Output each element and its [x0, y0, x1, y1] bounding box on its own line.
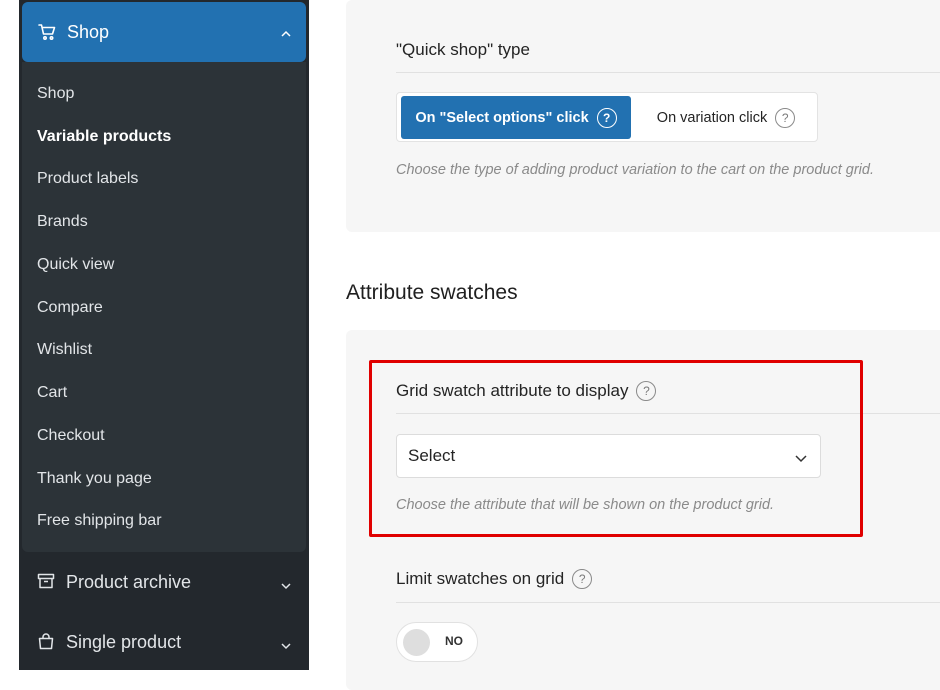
field-title: Limit swatches on grid — [396, 569, 565, 588]
cart-icon — [37, 21, 59, 43]
option-label: On "Select options" click — [415, 109, 589, 126]
sidebar-section-product-archive[interactable]: Product archive — [22, 557, 306, 607]
chevron-down-icon — [280, 636, 292, 657]
help-icon[interactable]: ? — [596, 107, 617, 128]
option-label: On variation click — [656, 109, 768, 126]
limit-swatches-toggle[interactable]: NO — [396, 622, 478, 662]
sidebar-item-quick-view[interactable]: Quick view — [37, 253, 114, 277]
sidebar-submenu: Shop Variable products Product labels Br… — [22, 62, 306, 552]
sidebar-item-checkout[interactable]: Checkout — [37, 424, 105, 448]
sidebar-item-brands[interactable]: Brands — [37, 210, 88, 234]
sidebar-section-single-product[interactable]: Single product — [22, 617, 306, 667]
admin-sidebar: Shop Shop Variable products Product labe… — [19, 0, 309, 670]
sidebar-section-label: Product archive — [66, 571, 192, 592]
toggle-knob — [403, 629, 430, 656]
chevron-down-icon — [280, 576, 292, 597]
quick-shop-title: "Quick shop" type — [396, 40, 530, 59]
sidebar-item-compare[interactable]: Compare — [37, 296, 103, 320]
shopping-bag-icon — [37, 632, 57, 652]
help-icon[interactable]: ? — [572, 569, 593, 589]
toggle-state-label: NO — [445, 634, 463, 648]
divider — [396, 72, 940, 73]
quick-shop-type-button-group: On "Select options" click ? On variation… — [396, 92, 818, 142]
sidebar-item-variable-products[interactable]: Variable products — [37, 125, 171, 149]
sidebar-section-label: Shop — [67, 21, 110, 42]
archive-box-icon — [37, 572, 57, 592]
sidebar-item-shop[interactable]: Shop — [37, 82, 74, 106]
highlight-box — [369, 360, 863, 537]
section-title-attribute-swatches: Attribute swatches — [346, 281, 518, 304]
sidebar-item-wishlist[interactable]: Wishlist — [37, 338, 92, 362]
sidebar-section-shop[interactable]: Shop — [22, 2, 306, 62]
sidebar-item-free-shipping-bar[interactable]: Free shipping bar — [37, 509, 162, 533]
sidebar-section-label: Single product — [66, 631, 182, 652]
quick-shop-hint: Choose the type of adding product variat… — [396, 162, 874, 178]
limit-swatches-title: Limit swatches on grid ? — [396, 569, 593, 589]
help-icon[interactable]: ? — [775, 107, 796, 128]
option-variation-click[interactable]: On variation click ? — [637, 96, 815, 139]
sidebar-item-cart[interactable]: Cart — [37, 381, 67, 405]
chevron-up-icon — [280, 24, 292, 45]
option-select-options-click[interactable]: On "Select options" click ? — [401, 96, 631, 139]
sidebar-item-product-labels[interactable]: Product labels — [37, 167, 138, 191]
divider — [396, 602, 940, 603]
sidebar-item-thank-you-page[interactable]: Thank you page — [37, 467, 152, 491]
